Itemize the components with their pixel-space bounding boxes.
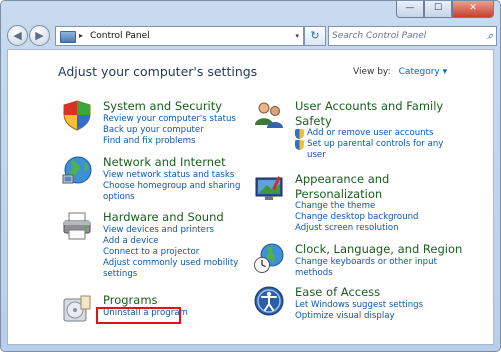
link-label: Add or remove user accounts (307, 128, 434, 138)
search-icon[interactable]: ⌕ (487, 27, 493, 45)
caption-buttons: — ☐ ✕ (396, 1, 494, 19)
category-title-appearance-line2: Personalization (295, 187, 383, 201)
category-links: Change the theme Change desktop backgrou… (295, 201, 418, 234)
category-links: View network status and tasks Choose hom… (103, 170, 240, 203)
globe-network-icon (62, 156, 92, 184)
breadcrumb-control-panel[interactable]: Control Panel (90, 27, 150, 45)
link-windows-suggest[interactable]: Let Windows suggest settings (295, 300, 423, 311)
clock-globe-icon (254, 243, 284, 273)
category-title-network-internet[interactable]: Network and Internet (103, 155, 226, 170)
view-by-label: View by: (353, 67, 391, 77)
category-links: Let Windows suggest settings Optimize vi… (295, 300, 423, 322)
control-panel-icon (60, 31, 76, 43)
category-links: Add or remove user accounts Set up paren… (295, 128, 443, 161)
link-adjust-mobility-cont[interactable]: settings (103, 269, 238, 280)
category-title-hardware-sound[interactable]: Hardware and Sound (103, 210, 224, 225)
users-icon (255, 102, 283, 128)
link-view-devices[interactable]: View devices and printers (103, 225, 238, 236)
appearance-icon (255, 176, 283, 200)
link-change-theme[interactable]: Change the theme (295, 201, 418, 212)
maximize-button[interactable]: ☐ (424, 1, 452, 18)
refresh-button[interactable]: ↻ (304, 26, 326, 46)
forward-button[interactable]: ▶ (29, 25, 50, 46)
close-button[interactable]: ✕ (452, 1, 494, 18)
link-back-up[interactable]: Back up your computer (103, 125, 236, 136)
category-links: Review your computer's status Back up yo… (103, 114, 236, 147)
link-choose-homegroup[interactable]: Choose homegroup and sharing (103, 181, 240, 192)
link-connect-projector[interactable]: Connect to a projector (103, 247, 238, 258)
control-panel-content: Adjust your computer's settings View by:… (7, 49, 494, 345)
search-box[interactable]: ⌕ (328, 26, 497, 46)
ease-of-access-icon (254, 286, 284, 316)
uac-shield-icon (295, 129, 304, 139)
link-add-remove-accounts[interactable]: Add or remove user accounts (295, 128, 443, 139)
control-panel-window: — ☐ ✕ ◀ ▶ ▸ Control Panel ▾ ↻ ⌕ Adjust y… (0, 0, 501, 352)
link-parental-controls[interactable]: Set up parental controls for any (295, 139, 443, 150)
back-button[interactable]: ◀ (7, 25, 28, 46)
address-dropdown-icon[interactable]: ▾ (295, 27, 299, 45)
navigation-toolbar: ◀ ▶ ▸ Control Panel ▾ ↻ ⌕ (7, 25, 497, 47)
link-change-keyboards-cont[interactable]: methods (295, 268, 437, 279)
link-screen-resolution[interactable]: Adjust screen resolution (295, 223, 418, 234)
link-add-device[interactable]: Add a device (103, 236, 238, 247)
category-title-user-accounts[interactable]: User Accounts and Family Safety (295, 99, 443, 129)
link-label: Set up parental controls for any (307, 139, 444, 149)
category-links: View devices and printers Add a device C… (103, 225, 238, 280)
category-title-programs[interactable]: Programs (103, 293, 158, 308)
address-bar[interactable]: ▸ Control Panel ▾ (55, 26, 304, 46)
category-title-ease-of-access[interactable]: Ease of Access (295, 285, 380, 300)
category-title-clock-language-region[interactable]: Clock, Language, and Region (295, 242, 462, 257)
category-title-user-accounts-line1: User Accounts and Family (295, 99, 444, 113)
link-review-status[interactable]: Review your computer's status (103, 114, 236, 125)
category-links: Change keyboards or other input methods (295, 257, 437, 279)
link-choose-homegroup-cont[interactable]: options (103, 192, 240, 203)
category-title-appearance[interactable]: Appearance and Personalization (295, 172, 389, 202)
category-title-system-security[interactable]: System and Security (103, 99, 222, 114)
category-title-user-accounts-line2: Safety (295, 114, 332, 128)
shield-icon (63, 100, 91, 131)
link-find-fix[interactable]: Find and fix problems (103, 136, 236, 147)
category-title-appearance-line1: Appearance and (295, 172, 390, 186)
view-by: View by: Category ▾ (353, 67, 447, 77)
programs-icon (63, 295, 91, 322)
breadcrumb-separator[interactable]: ▸ (79, 27, 83, 45)
search-input[interactable] (332, 28, 478, 43)
link-change-background[interactable]: Change desktop background (295, 212, 418, 223)
view-by-dropdown[interactable]: Category ▾ (399, 67, 448, 77)
page-title: Adjust your computer's settings (58, 64, 258, 79)
link-adjust-mobility[interactable]: Adjust commonly used mobility (103, 258, 238, 269)
uac-shield-icon (295, 140, 304, 150)
link-parental-controls-cont[interactable]: user (295, 150, 443, 161)
printer-icon (63, 212, 91, 240)
link-change-keyboards[interactable]: Change keyboards or other input (295, 257, 437, 268)
uninstall-highlight-box (96, 307, 181, 324)
link-view-network-status[interactable]: View network status and tasks (103, 170, 240, 181)
minimize-button[interactable]: — (396, 1, 424, 18)
link-optimize-visual[interactable]: Optimize visual display (295, 311, 423, 322)
